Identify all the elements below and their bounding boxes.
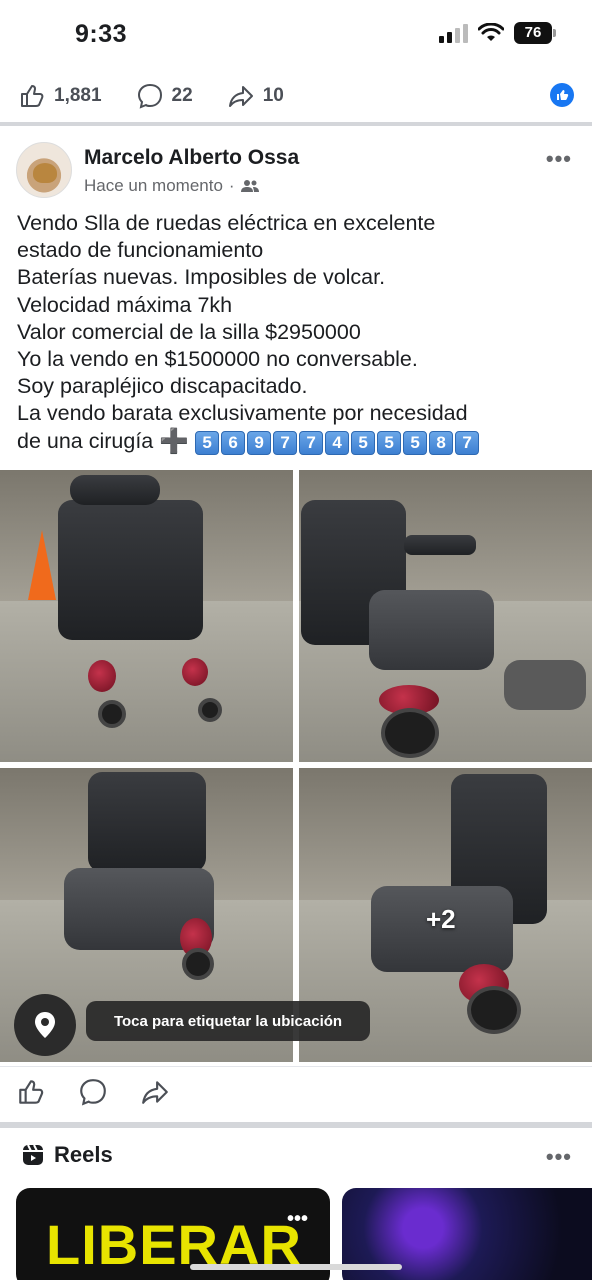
keycap-digit: 7 — [273, 430, 298, 455]
post-meta: Hace un momento · — [84, 176, 259, 196]
comments-count-label: 22 — [171, 85, 193, 106]
reels-more-options-icon[interactable]: ••• — [546, 1144, 572, 1170]
location-button[interactable] — [14, 994, 76, 1056]
post-text-line: Yo la vendo en $1500000 no conversable. — [17, 347, 418, 372]
comments-count[interactable]: 22 — [136, 82, 193, 110]
like-button[interactable] — [16, 1077, 46, 1112]
keycap-digit: 5 — [351, 430, 376, 455]
post-text-line: estado de funcionamiento — [17, 238, 264, 263]
post-text-line: Vendo Slla de ruedas eléctrica en excele… — [17, 211, 436, 235]
comment-bubble-icon — [80, 1079, 106, 1106]
location-pin-icon — [35, 1012, 55, 1038]
reels-header: Reels — [22, 1142, 113, 1168]
post-photo-1[interactable] — [0, 470, 293, 762]
post-text-line: Valor comercial de la silla $2950000 — [17, 319, 361, 344]
post-text-line: La vendo barata exclusivamente por neces… — [17, 401, 468, 426]
plus-emoji-icon: ➕ — [159, 427, 190, 455]
post-text-line: de una cirugía — [17, 428, 154, 453]
phone-line: de una cirugía ➕ 56977455587 — [17, 428, 577, 455]
meta-separator: · — [228, 176, 235, 195]
status-time: 9:33 — [75, 20, 128, 48]
likes-count[interactable]: 1,881 — [18, 82, 102, 110]
share-arrow-icon — [142, 1081, 168, 1104]
keycap-digit: 7 — [299, 430, 324, 455]
home-indicator[interactable] — [190, 1264, 402, 1270]
status-icons: 76 — [439, 22, 556, 44]
thumbs-up-icon — [19, 1080, 44, 1104]
friends-icon — [240, 180, 259, 192]
keycap-digit: 9 — [247, 430, 272, 455]
keycap-digit: 4 — [325, 430, 350, 455]
reels-title: Reels — [54, 1142, 113, 1167]
comment-button[interactable] — [78, 1077, 108, 1112]
battery-icon: 76 — [514, 22, 556, 44]
keycap-digit: 5 — [195, 430, 220, 455]
post-photo-2[interactable] — [299, 470, 592, 762]
like-reaction-badge — [550, 83, 574, 107]
reels-section: Reels ••• LIBERAR ••• — [0, 1128, 592, 1280]
keycap-digit: 6 — [221, 430, 246, 455]
status-bar: 9:33 76 — [0, 0, 592, 70]
reactions-summary-bar: 1,881 22 10 — [0, 70, 592, 122]
thumbs-up-icon — [21, 85, 44, 107]
share-arrow-icon — [228, 86, 253, 107]
keycap-digit: 5 — [377, 430, 402, 455]
reel-more-options-icon[interactable]: ••• — [287, 1208, 308, 1231]
phone-number-keycaps: 56977455587 — [195, 428, 481, 455]
more-photos-badge[interactable]: +2 — [426, 904, 456, 935]
post-actions — [0, 1066, 592, 1122]
cellular-signal-icon — [439, 23, 468, 43]
author-name[interactable]: Marcelo Alberto Ossa — [84, 146, 299, 170]
share-button[interactable] — [140, 1077, 170, 1112]
location-tag-prompt[interactable]: Toca para etiquetar la ubicación — [86, 1001, 370, 1041]
post-text-line: Baterías nuevas. Imposibles de volcar. — [17, 265, 386, 290]
reels-icon — [23, 1144, 43, 1165]
comment-bubble-icon — [137, 83, 162, 109]
thumbs-up-badge-icon — [557, 90, 569, 100]
post-text-line: Velocidad máxima 7kh — [17, 292, 233, 317]
post-body: Vendo Slla de ruedas eléctrica en excele… — [17, 210, 577, 455]
post-text-line: Soy parapléjico discapacitado. — [17, 374, 308, 399]
shares-count[interactable]: 10 — [227, 82, 284, 110]
shares-count-label: 10 — [262, 85, 284, 106]
wifi-icon — [478, 23, 504, 41]
keycap-digit: 8 — [429, 430, 454, 455]
author-avatar[interactable] — [16, 142, 72, 198]
post-timestamp[interactable]: Hace un momento — [84, 176, 223, 196]
keycap-digit: 7 — [455, 430, 480, 455]
post-more-options-icon[interactable]: ••• — [546, 146, 572, 172]
likes-count-label: 1,881 — [54, 85, 102, 106]
keycap-digit: 5 — [403, 430, 428, 455]
